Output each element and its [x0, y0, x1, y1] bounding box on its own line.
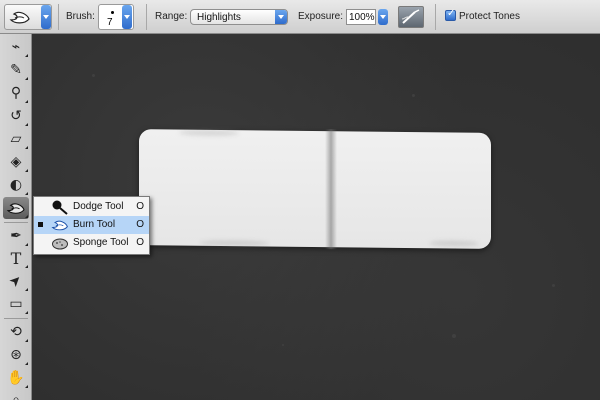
menu-item-shortcut: O	[136, 201, 144, 212]
tool-preset-picker[interactable]	[4, 4, 52, 30]
3d-rotate-tool[interactable]: ⟲	[3, 321, 29, 343]
exposure-value: 100%	[349, 12, 375, 23]
eraser-icon: ▱	[10, 131, 22, 147]
texture-speck	[92, 74, 95, 77]
hand-icon: ✋	[7, 370, 25, 386]
texture-speck	[412, 94, 415, 97]
protect-tones-checkbox[interactable]	[445, 8, 456, 21]
path-selection-tool[interactable]: ➤	[3, 270, 29, 292]
range-select[interactable]: Highlights	[190, 9, 288, 25]
range-label: Range:	[155, 11, 188, 22]
menu-item-label: Burn Tool	[73, 219, 116, 230]
airbrush-toggle[interactable]	[398, 6, 424, 28]
brush-dropdown-arrow[interactable]	[122, 5, 132, 29]
burn-smudge	[179, 129, 239, 137]
paper-crease	[325, 129, 337, 250]
exposure-label: Exposure:	[298, 11, 344, 22]
exposure-input[interactable]: 100%	[346, 9, 376, 25]
blur-drop-icon: ◐	[9, 177, 23, 193]
pen-icon: ✒	[10, 228, 22, 244]
airbrush-icon	[401, 9, 420, 24]
3d-orbit-icon: ⊛	[10, 347, 22, 363]
clone-stamp-tool[interactable]: ⚲	[3, 82, 29, 104]
menu-item-label: Dodge Tool	[73, 201, 124, 212]
divider	[435, 4, 436, 30]
bandage-icon: ⌁	[11, 39, 21, 55]
tool-preset-dropdown-arrow[interactable]	[41, 5, 51, 29]
healing-brush-tool[interactable]: ⌁	[3, 36, 29, 58]
hand-tool[interactable]: ✋	[3, 367, 29, 389]
zoom-tool[interactable]: ⌕	[3, 389, 29, 400]
rounded-rect-icon: ▭	[9, 296, 23, 312]
pen-tool[interactable]: ✒	[3, 225, 29, 247]
brush-picker[interactable]: 7	[98, 4, 134, 30]
menu-item-sponge-tool[interactable]: Sponge Tool O	[34, 234, 149, 252]
range-value: Highlights	[197, 12, 241, 23]
zoom-icon: ⌕	[12, 392, 20, 400]
paint-bucket-tool[interactable]: ◈	[3, 151, 29, 173]
burn-tool[interactable]	[3, 197, 29, 219]
menu-item-dodge-tool[interactable]: Dodge Tool O	[34, 198, 149, 216]
type-icon: T	[10, 248, 22, 268]
menu-item-burn-tool[interactable]: Burn Tool O	[34, 216, 149, 234]
menu-item-label: Sponge Tool	[73, 237, 129, 248]
type-tool[interactable]: T	[3, 247, 29, 269]
history-brush-icon: ↺	[10, 108, 22, 124]
divider	[146, 4, 147, 30]
blur-tool[interactable]: ◐	[3, 174, 29, 196]
brush-tool[interactable]: ✎	[3, 59, 29, 81]
brush-tip-preview	[111, 11, 114, 14]
menu-item-shortcut: O	[136, 237, 144, 248]
exposure-slider-arrow[interactable]	[378, 9, 388, 25]
tool-group-divider	[4, 318, 28, 319]
options-bar: Brush: 7 Range: Highlights Exposure: 100…	[0, 0, 600, 34]
range-dropdown-arrow[interactable]	[275, 10, 287, 24]
arrow-icon: ➤	[6, 271, 26, 291]
dodge-icon	[52, 200, 68, 215]
brush-size: 7	[107, 17, 113, 28]
shape-tool[interactable]: ▭	[3, 293, 29, 315]
eraser-tool[interactable]: ▱	[3, 128, 29, 150]
menu-item-shortcut: O	[136, 219, 144, 230]
burn-smudge	[429, 240, 479, 247]
paper-label-artwork	[139, 129, 491, 250]
paint-bucket-icon: ◈	[10, 154, 22, 170]
burn-smudge	[199, 239, 269, 247]
stamp-icon: ⚲	[10, 85, 22, 101]
3d-rotate-icon: ⟲	[10, 324, 22, 340]
history-brush-tool[interactable]: ↺	[3, 105, 29, 127]
sponge-icon	[52, 238, 68, 250]
texture-speck	[282, 344, 284, 346]
texture-speck	[452, 334, 456, 338]
tool-group-divider	[4, 222, 28, 223]
tools-panel: ⌁ ✎ ⚲ ↺ ▱ ◈ ◐ ✒ T ➤ ▭ ⟲ ⊛ ✋ ⌕	[0, 34, 32, 400]
brush-label: Brush:	[66, 11, 95, 22]
toning-tools-flyout: Dodge Tool O Burn Tool O Sponge Tool O	[33, 196, 150, 255]
burn-tool-icon	[51, 220, 68, 231]
divider	[58, 4, 59, 30]
texture-speck	[552, 284, 555, 287]
burn-tool-icon	[9, 11, 30, 24]
app-window: Brush: 7 Range: Highlights Exposure: 100…	[0, 0, 600, 400]
protect-tones-label: Protect Tones	[459, 11, 520, 22]
brush-icon: ✎	[10, 62, 22, 78]
3d-orbit-tool[interactable]: ⊛	[3, 344, 29, 366]
selected-bullet	[38, 222, 43, 227]
burn-tool-icon	[6, 203, 25, 214]
